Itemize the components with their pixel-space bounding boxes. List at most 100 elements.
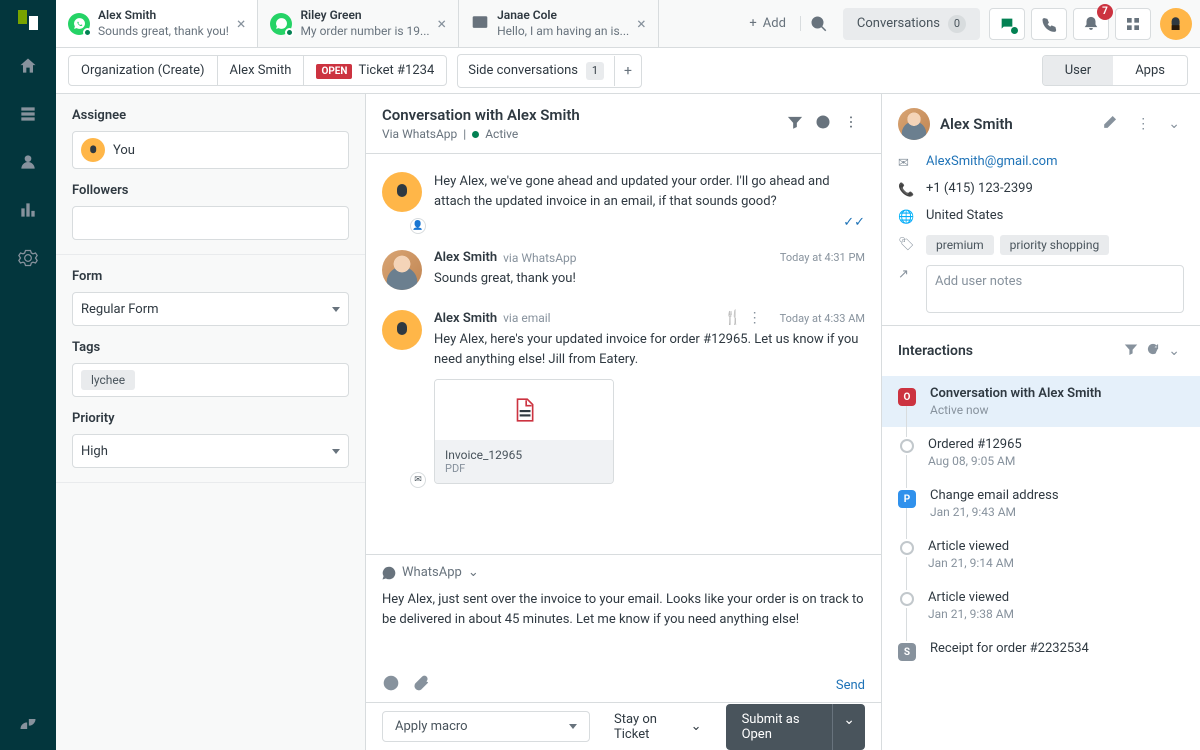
close-icon[interactable]: × [637,14,646,33]
overflow-icon[interactable]: ⋮ [748,310,762,326]
notifications-badge: 7 [1097,4,1113,20]
side-conversations: Side conversations1 + [457,54,642,88]
talk-icon[interactable] [1031,8,1067,40]
filter-icon[interactable] [781,108,809,140]
timeline-timestamp: Jan 21, 9:14 AM [928,556,1184,570]
timeline-timestamp: Jan 21, 9:43 AM [930,505,1184,519]
conversation-title: Conversation with Alex Smith [382,106,781,124]
ticket-footer: Apply macro Stay on Ticket⌄ Submit as Op… [366,702,881,750]
assignee-field[interactable]: You [72,131,349,169]
refresh-icon[interactable] [1142,338,1164,364]
chevron-down-icon[interactable]: ⌄ [1164,112,1184,136]
add-tab-button[interactable]: +Add [735,16,801,31]
chat-icon[interactable] [989,8,1025,40]
interactions-timeline: OConversation with Alex SmithActive nowO… [882,376,1200,750]
attachment[interactable]: Invoice_12965PDF [434,379,614,484]
notifications-icon[interactable]: 7 [1073,8,1109,40]
stay-on-ticket-select[interactable]: Stay on Ticket⌄ [614,712,702,742]
timeline-item[interactable]: Ordered #12965 Aug 08, 9:05 AM [882,427,1200,478]
form-value: Regular Form [81,302,159,317]
followers-field[interactable] [72,206,349,240]
zendesk-icon[interactable] [16,712,40,736]
timeline-timestamp: Aug 08, 9:05 AM [928,454,1184,468]
form-select[interactable]: Regular Form [72,292,349,326]
form-label: Form [72,269,349,284]
chevron-down-icon[interactable]: ⌄ [1164,339,1184,363]
customers-icon[interactable] [16,150,40,174]
user-tag: priority shopping [1000,235,1110,255]
breadcrumb-org[interactable]: Organization (Create) [69,56,217,85]
breadcrumb-customer[interactable]: Alex Smith [217,56,304,85]
message: ✉ Alex Smithvia email🍴⋮Today at 4:33 AM … [382,300,865,494]
user-notes-input[interactable]: Add user notes [926,265,1184,313]
email-icon: ✉ [898,156,914,171]
topbar: Alex SmithSounds great, thank you! × Ril… [56,0,1200,48]
send-button[interactable]: Send [836,678,865,693]
tab-apps[interactable]: Apps [1113,56,1187,85]
compose-textarea[interactable] [382,590,865,654]
tab-janae-cole[interactable]: Janae ColeHello, I am having an is... × [459,0,659,47]
apply-macro-select[interactable]: Apply macro [382,711,590,742]
agent-avatar [382,310,422,350]
tab-riley-green[interactable]: Riley GreenMy order number is 19... × [258,0,459,47]
reporting-icon[interactable] [16,198,40,222]
tab-alex-smith[interactable]: Alex SmithSounds great, thank you! × [56,0,258,47]
utensils-icon[interactable]: 🍴 [724,310,741,326]
channel-mini-icon: 👤 [410,218,426,234]
phone-icon: 📞 [898,183,914,198]
overflow-icon[interactable] [837,108,865,140]
tab-title: Janae Cole [497,8,629,24]
emoji-icon[interactable] [382,674,400,696]
overflow-icon[interactable]: ⋮ [1132,112,1154,136]
timeline-title: Ordered #12965 [928,437,1184,452]
user-avatar [898,108,930,140]
conversations-button[interactable]: Conversations0 [843,8,980,40]
breadcrumb: Organization (Create) Alex Smith OPENTic… [68,55,447,86]
timeline-item[interactable]: SReceipt for order #2232534 [882,631,1200,671]
submit-button[interactable]: Submit as Open [726,704,833,750]
history-icon[interactable] [809,108,837,140]
whatsapp-icon [270,13,292,35]
message-timestamp: Today at 4:31 PM [780,251,865,264]
timeline-item[interactable]: OConversation with Alex SmithActive now [882,376,1200,427]
message: Alex Smithvia WhatsAppToday at 4:31 PM S… [382,240,865,300]
timeline-marker: P [898,490,916,508]
admin-icon[interactable] [16,246,40,270]
timeline-item[interactable]: Article viewedJan 21, 9:38 AM [882,580,1200,631]
attachment-icon[interactable] [412,674,430,696]
breadcrumb-ticket[interactable]: OPENTicket #1234 [303,56,446,85]
side-conversations-button[interactable]: Side conversations1 [458,55,614,87]
message-via: via WhatsApp [503,251,576,265]
timeline-marker [900,439,914,453]
message-author: Alex Smith [434,250,497,265]
priority-select[interactable]: High [72,434,349,468]
whatsapp-icon [68,13,90,35]
add-side-conversation-button[interactable]: + [614,56,641,86]
tab-user[interactable]: User [1043,56,1113,85]
email-icon [471,13,489,35]
tags-field[interactable]: lychee [72,363,349,397]
timeline-item[interactable]: PChange email addressJan 21, 9:43 AM [882,478,1200,529]
timeline-item[interactable]: Article viewedJan 21, 9:14 AM [882,529,1200,580]
assignee-value: You [113,143,135,158]
message-thread: 👤 Hey Alex, we've gone ahead and updated… [366,154,881,554]
channel-selector[interactable]: WhatsApp⌄ [366,555,881,590]
user-email[interactable]: AlexSmith@gmail.com [926,154,1058,169]
filter-icon[interactable] [1120,338,1142,364]
close-icon[interactable]: × [438,14,447,33]
submit-dropdown[interactable]: ⌄ [832,704,865,750]
views-icon[interactable] [16,102,40,126]
search-icon[interactable] [801,15,837,33]
home-icon[interactable] [16,54,40,78]
apps-icon[interactable] [1115,8,1151,40]
message-via: via email [503,311,550,325]
ticket-number: Ticket #1234 [358,63,434,78]
customer-avatar [382,250,422,290]
external-icon: ↗ [898,267,914,282]
profile-avatar[interactable] [1160,8,1192,40]
close-icon[interactable]: × [237,14,246,33]
timeline-marker: O [898,388,916,406]
conversation-header: Conversation with Alex Smith Via WhatsAp… [366,94,881,154]
edit-icon[interactable] [1098,110,1122,138]
read-receipt-icon: ✓✓ [843,215,865,230]
